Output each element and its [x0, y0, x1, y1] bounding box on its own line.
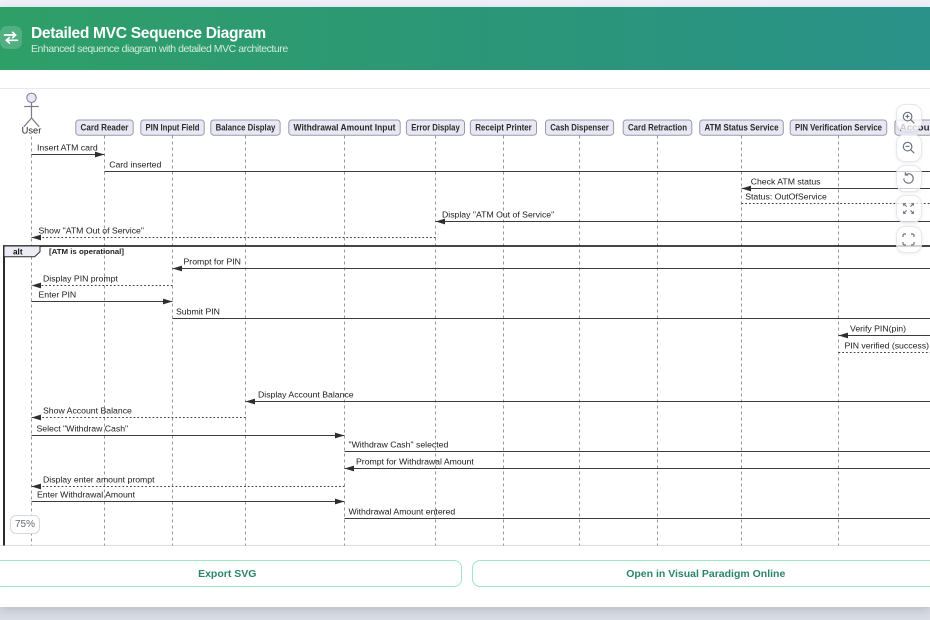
svg-text:alt: alt — [13, 247, 23, 256]
svg-text:Verify PIN(pin): Verify PIN(pin) — [850, 324, 906, 334]
svg-text:PIN verified (success): PIN verified (success) — [845, 341, 930, 351]
svg-text:[ATM is operational]: [ATM is operational] — [49, 247, 124, 256]
svg-text:Show "ATM Out of Service": Show "ATM Out of Service" — [39, 226, 144, 236]
svg-text:PIN Verification Service: PIN Verification Service — [795, 123, 882, 133]
svg-text:PIN Input Field: PIN Input Field — [146, 123, 200, 133]
svg-text:Check ATM status: Check ATM status — [751, 177, 821, 187]
svg-text:Prompt for Withdrawal Amount: Prompt for Withdrawal Amount — [356, 457, 474, 467]
svg-text:Card Reader: Card Reader — [81, 123, 129, 133]
svg-text:Status: OutOfService: Status: OutOfService — [745, 192, 827, 202]
svg-text:Display Account Balance: Display Account Balance — [258, 390, 354, 400]
svg-text:"Withdraw Cash" selected: "Withdraw Cash" selected — [349, 440, 449, 450]
svg-text:Display enter amount prompt: Display enter amount prompt — [43, 475, 155, 485]
svg-text:Show Account Balance: Show Account Balance — [43, 406, 132, 416]
svg-text:Display "ATM Out of Service": Display "ATM Out of Service" — [442, 210, 554, 220]
svg-text:Insert ATM card: Insert ATM card — [37, 143, 98, 153]
svg-text:Error Display: Error Display — [411, 123, 460, 133]
svg-text:ATM Status Service: ATM Status Service — [704, 123, 778, 133]
svg-text:Select "Withdraw Cash": Select "Withdraw Cash" — [37, 424, 129, 434]
svg-text:Receipt Printer: Receipt Printer — [475, 123, 532, 133]
svg-text:Display PIN prompt: Display PIN prompt — [43, 274, 118, 284]
svg-text:Prompt for PIN: Prompt for PIN — [184, 257, 241, 267]
svg-text:Card Retraction: Card Retraction — [628, 123, 687, 133]
svg-text:Submit PIN: Submit PIN — [176, 307, 220, 317]
svg-text:Card inserted: Card inserted — [109, 160, 161, 170]
svg-text:Enter Withdrawal Amount: Enter Withdrawal Amount — [37, 490, 136, 500]
svg-text:Cash Dispenser: Cash Dispenser — [550, 123, 609, 133]
svg-text:User: User — [22, 126, 42, 136]
svg-text:Withdrawal Amount Input: Withdrawal Amount Input — [294, 123, 396, 133]
svg-text:Withdrawal Amount entered: Withdrawal Amount entered — [349, 507, 456, 517]
svg-text:Balance Display: Balance Display — [216, 123, 276, 133]
svg-text:Enter PIN: Enter PIN — [39, 290, 77, 300]
